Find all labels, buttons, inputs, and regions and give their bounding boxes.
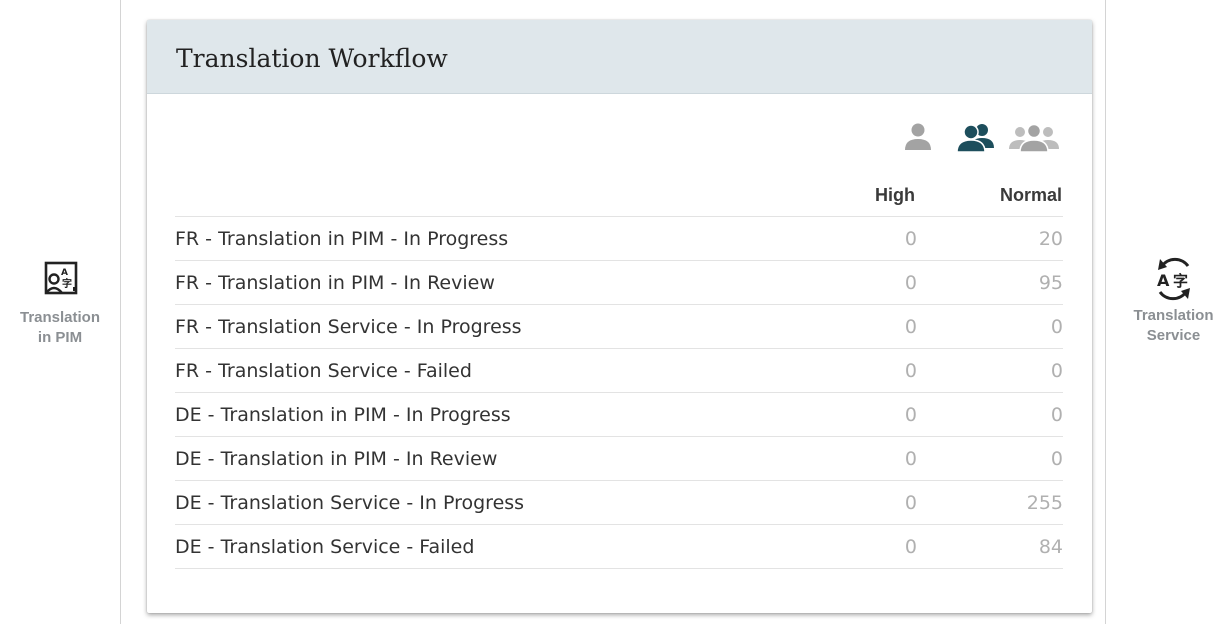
normal-count[interactable]: 0 [917,392,1063,437]
high-count[interactable]: 0 [797,348,917,393]
table-row[interactable]: DE - Translation in PIM - In Progress 0 … [175,392,1063,437]
normal-count[interactable]: 84 [917,524,1063,569]
row-label[interactable]: DE - Translation Service - In Progress [175,480,797,525]
right-divider [1105,0,1106,624]
priority-icons [147,122,1092,158]
translation-service-link[interactable]: A 字 Translation Service [1115,252,1232,346]
table-row[interactable]: FR - Translation Service - Failed 0 0 [175,348,1063,393]
row-label[interactable]: DE - Translation Service - Failed [175,524,797,569]
card-title: Translation Workflow [176,44,448,73]
translation-service-label-1: Translation [1133,307,1214,324]
translation-service-label-2: Service [1146,327,1201,344]
table-row[interactable]: DE - Translation Service - Failed 0 84 [175,524,1063,569]
normal-count[interactable]: 0 [917,436,1063,481]
group-users-icon[interactable] [1007,122,1061,154]
svg-text:A: A [61,268,68,278]
row-label[interactable]: DE - Translation in PIM - In Progress [175,392,797,437]
single-user-icon[interactable] [904,122,932,154]
svg-text:A: A [1157,271,1170,290]
left-divider [120,0,121,624]
svg-text:字: 字 [1173,272,1188,290]
high-count[interactable]: 0 [797,524,917,569]
row-label[interactable]: FR - Translation in PIM - In Review [175,260,797,305]
high-count[interactable]: 0 [797,260,917,305]
translation-workflow-card: Translation Workflow High Normal FR - Tr… [147,20,1092,613]
two-users-icon[interactable] [955,122,999,154]
normal-count[interactable]: 0 [917,304,1063,349]
high-count[interactable]: 0 [797,216,917,261]
translation-person-icon: A 字 [44,261,78,295]
row-label[interactable]: FR - Translation Service - Failed [175,348,797,393]
row-label[interactable]: DE - Translation in PIM - In Review [175,436,797,481]
column-normal-header: Normal [999,185,1062,205]
table-row[interactable]: FR - Translation Service - In Progress 0… [175,304,1063,349]
high-count[interactable]: 0 [797,436,917,481]
table-row[interactable]: DE - Translation Service - In Progress 0… [175,480,1063,525]
normal-count[interactable]: 0 [917,348,1063,393]
normal-count[interactable]: 255 [917,480,1063,525]
translation-in-pim-label-1: Translation [19,309,101,326]
translation-in-pim-label-2: in PIM [37,329,83,346]
svg-text:字: 字 [62,277,72,290]
translation-in-pim-link[interactable]: A 字 Translation in PIM [0,260,120,348]
row-label[interactable]: FR - Translation in PIM - In Progress [175,216,797,261]
row-label[interactable]: FR - Translation Service - In Progress [175,304,797,349]
translate-arrows-icon: A 字 [1157,257,1190,301]
normal-count[interactable]: 20 [917,216,1063,261]
table-row[interactable]: DE - Translation in PIM - In Review 0 0 [175,436,1063,481]
high-count[interactable]: 0 [797,304,917,349]
workflow-table: FR - Translation in PIM - In Progress 0 … [175,216,1063,569]
high-count[interactable]: 0 [797,392,917,437]
table-row[interactable]: FR - Translation in PIM - In Progress 0 … [175,216,1063,261]
normal-count[interactable]: 95 [917,260,1063,305]
table-row[interactable]: FR - Translation in PIM - In Review 0 95 [175,260,1063,305]
column-high-header: High [875,185,915,205]
high-count[interactable]: 0 [797,480,917,525]
